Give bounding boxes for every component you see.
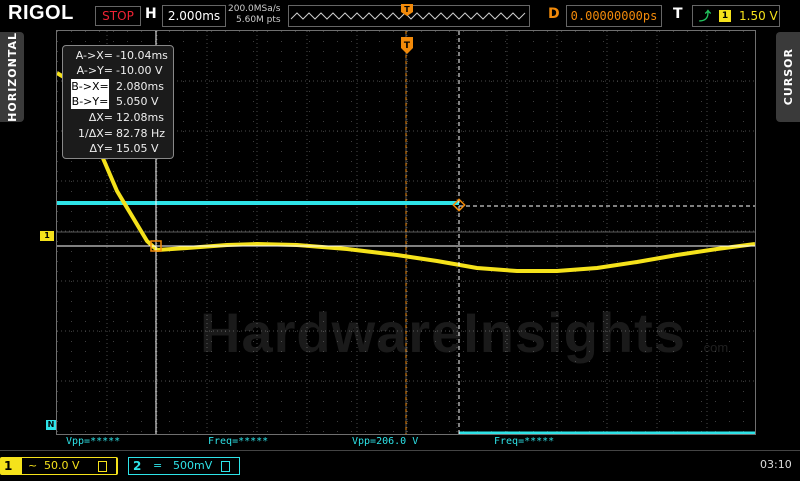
channel-status-bar <box>0 450 800 481</box>
readout-value: 5.050 V <box>116 95 159 108</box>
readout-row: 1/ΔX= 82.78 Hz <box>67 126 165 141</box>
readout-row: B->X= 2.080ms <box>67 79 164 94</box>
trigger-position-top-icon[interactable]: T <box>400 3 414 17</box>
cursor-readout-panel: A->X= -10.04ms A->Y= -10.00 V B->X= 2.080ms… <box>62 45 174 159</box>
readout-label: B->X= <box>71 79 109 94</box>
measurement-freq-1: Freq=***** <box>208 436 269 447</box>
readout-value: 15.05 V <box>116 142 159 155</box>
measurement-vpp-1: Vpp=***** <box>66 436 121 447</box>
sample-rate: 200.0MSa/s <box>228 4 281 14</box>
rising-edge-icon: ⤴ <box>699 9 712 23</box>
readout-value: -10.04ms <box>116 49 168 62</box>
clock: 03:10 <box>760 458 792 471</box>
ch2-number: 2 <box>133 459 142 473</box>
readout-row: A->X= -10.04ms <box>67 48 168 63</box>
ch2-bw-icon <box>221 461 230 472</box>
timebase-value[interactable]: 2.000ms <box>162 5 226 27</box>
readout-value: 12.08ms <box>116 111 164 124</box>
ch1-status[interactable]: 1 ~ 50.0 V <box>0 457 118 475</box>
readout-row: ΔX= 12.08ms <box>67 110 164 125</box>
readout-label: B->Y= <box>71 94 109 109</box>
svg-text:T: T <box>404 41 411 51</box>
watermark-suffix: .com <box>700 340 729 355</box>
readout-row: B->Y= 5.050 V <box>67 94 159 109</box>
delay-label: D <box>548 6 560 22</box>
ac-coupling-icon: ~ <box>28 459 38 472</box>
ch2-status[interactable]: 2 = 500mV <box>128 457 240 475</box>
brand-logo: RIGOL <box>8 2 74 24</box>
measurement-vpp-2: Vpp=206.0 V <box>352 436 419 447</box>
watermark-text: HardwareInsights <box>200 301 686 364</box>
readout-value: 2.080ms <box>116 80 164 93</box>
run-stop-button[interactable]: STOP <box>95 6 141 26</box>
trigger-label: T <box>673 6 683 22</box>
cursor-tab[interactable]: CURSOR <box>776 32 800 122</box>
measurement-freq-2: Freq=***** <box>494 436 555 447</box>
readout-label: ΔX= <box>88 111 113 124</box>
memory-depth: 5.60M pts <box>236 15 281 25</box>
trigger-time-marker-icon[interactable]: T <box>400 36 414 60</box>
trigger-source-badge: 1 <box>719 10 731 22</box>
horizontal-tab[interactable]: HORIZONTAL <box>0 32 24 122</box>
readout-row: ΔY= 15.05 V <box>67 141 159 156</box>
ch2-offset-marker[interactable]: N <box>46 420 56 430</box>
ch1-offset-marker[interactable]: 1 <box>40 231 54 241</box>
ch1-bw-icon <box>98 461 107 472</box>
ch2-scale: 500mV <box>173 459 213 472</box>
horizontal-label: H <box>145 6 157 22</box>
ch1-settings: ~ 50.0 V <box>22 458 116 474</box>
acquisition-info: 200.0MSa/s 5.60M pts <box>228 4 281 26</box>
trigger-level: 1.50 V <box>739 9 778 23</box>
readout-label: 1/ΔX= <box>78 127 113 140</box>
trigger-settings[interactable]: ⤴ 1 1.50 V <box>692 5 780 27</box>
ch1-number: 1 <box>4 459 13 473</box>
svg-text:T: T <box>404 5 410 14</box>
readout-label: A->Y= <box>76 64 113 77</box>
dc-coupling-icon: = <box>153 459 163 472</box>
readout-row: A->Y= -10.00 V <box>67 63 163 78</box>
horizontal-tab-label: HORIZONTAL <box>5 32 19 122</box>
readout-label: A->X= <box>75 49 113 62</box>
horizontal-delay-value[interactable]: 0.00000000ps <box>566 5 662 27</box>
readout-value: -10.00 V <box>116 64 163 77</box>
readout-value: 82.78 Hz <box>116 127 166 140</box>
ch1-scale: 50.0 V <box>44 459 80 472</box>
readout-label: ΔY= <box>89 142 113 155</box>
cursor-tab-label: CURSOR <box>781 48 795 106</box>
